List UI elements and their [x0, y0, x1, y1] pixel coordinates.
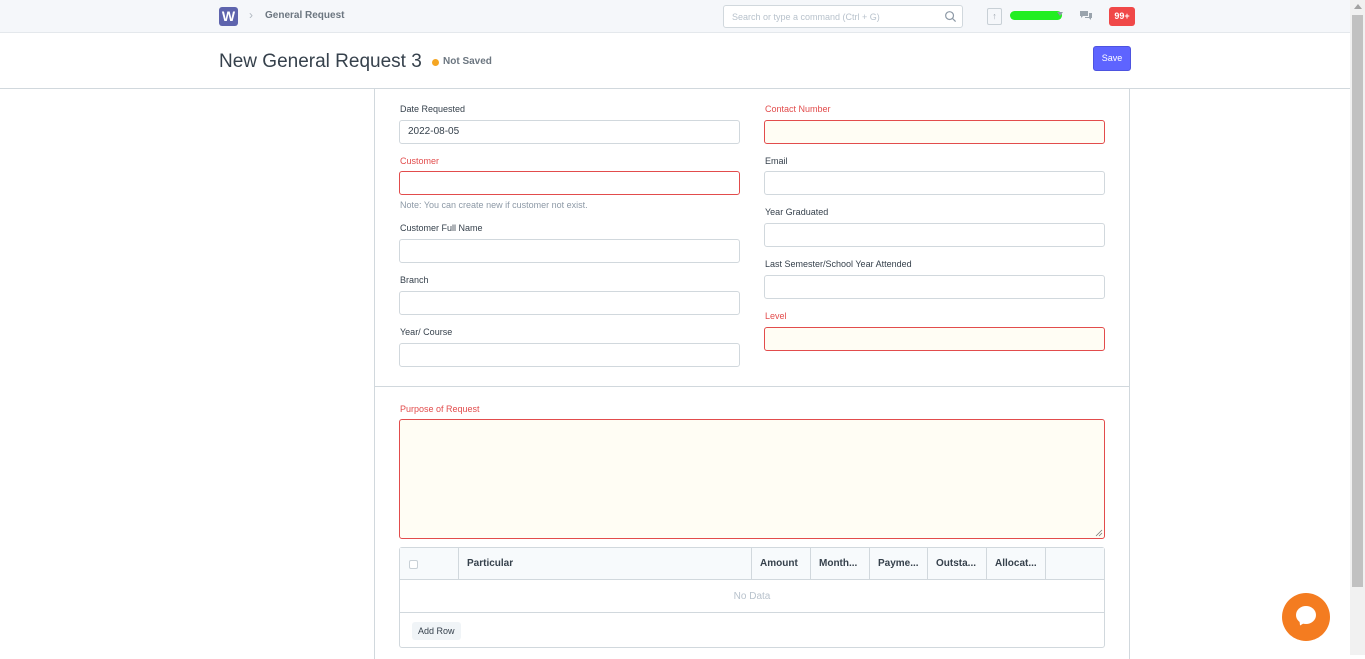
column-particular[interactable]: Particular: [459, 548, 752, 580]
level-label: Level: [765, 311, 787, 321]
column-month[interactable]: Month...: [811, 548, 870, 580]
table-header: Particular Amount Month... Payme... Outs…: [400, 548, 1104, 580]
status-dot: [432, 59, 439, 66]
email-field[interactable]: [764, 171, 1105, 195]
section-divider: [375, 386, 1129, 387]
customer-label: Customer: [400, 156, 440, 166]
status-indicator: Not Saved: [443, 56, 492, 67]
chat-icon[interactable]: [1079, 9, 1093, 22]
column-allocated[interactable]: Allocat...: [987, 548, 1046, 580]
chat-bubble-tail: [1297, 618, 1307, 628]
date-requested-label: Date Requested: [400, 104, 466, 114]
scroll-up-arrow-icon[interactable]: [1354, 4, 1362, 9]
year-graduated-label: Year Graduated: [765, 207, 829, 217]
resize-handle-icon[interactable]: [1095, 529, 1103, 537]
date-requested-field[interactable]: 2022-08-05: [399, 120, 740, 144]
upload-icon[interactable]: ↑: [987, 8, 1002, 25]
scrollbar-thumb[interactable]: [1352, 15, 1363, 587]
caret-down-icon[interactable]: [1057, 12, 1063, 16]
chat-widget-button[interactable]: [1282, 593, 1330, 641]
year-graduated-field[interactable]: [764, 223, 1105, 247]
customer-note: Note: You can create new if customer not…: [400, 200, 588, 210]
page-title: New General Request 3: [219, 51, 422, 72]
search-icon[interactable]: [944, 10, 957, 23]
email-label: Email: [765, 156, 788, 166]
column-outstanding[interactable]: Outsta...: [928, 548, 987, 580]
last-semester-label: Last Semester/School Year Attended: [765, 259, 912, 269]
customer-full-name-label: Customer Full Name: [400, 223, 483, 233]
contact-number-label: Contact Number: [765, 104, 831, 114]
select-all-checkbox[interactable]: [409, 560, 418, 569]
select-all-cell: [400, 548, 459, 580]
chevron-right-icon: ›: [249, 8, 253, 22]
branch-field[interactable]: [399, 291, 740, 315]
table-empty-state: No Data: [400, 581, 1104, 613]
customer-full-name-field[interactable]: [399, 239, 740, 263]
add-row-button[interactable]: Add Row: [412, 622, 461, 640]
year-course-label: Year/ Course: [400, 327, 453, 337]
form-body: Date Requested 2022-08-05 Customer Note:…: [374, 89, 1130, 659]
last-semester-field[interactable]: [764, 275, 1105, 299]
branch-label: Branch: [400, 275, 429, 285]
notifications-badge[interactable]: 99+: [1109, 7, 1135, 26]
search-box[interactable]: [723, 5, 963, 28]
column-amount[interactable]: Amount: [752, 548, 811, 580]
search-input[interactable]: [724, 6, 934, 27]
particulars-table: Particular Amount Month... Payme... Outs…: [399, 547, 1105, 648]
level-field[interactable]: [764, 327, 1105, 351]
customer-field[interactable]: [399, 171, 740, 195]
purpose-textarea[interactable]: [399, 419, 1105, 539]
navbar: W › General Request ↑ 99+: [0, 0, 1350, 33]
save-button[interactable]: Save: [1093, 46, 1131, 71]
page-scrollbar[interactable]: [1350, 0, 1365, 655]
purpose-label: Purpose of Request: [400, 404, 480, 414]
contact-number-field[interactable]: [764, 120, 1105, 144]
app-logo[interactable]: W: [219, 7, 238, 26]
column-payment[interactable]: Payme...: [870, 548, 928, 580]
year-course-field[interactable]: [399, 343, 740, 367]
user-menu[interactable]: [1010, 11, 1062, 20]
page-header: New General Request 3 Not Saved Save: [0, 33, 1350, 89]
breadcrumb-general-request[interactable]: General Request: [265, 10, 344, 21]
